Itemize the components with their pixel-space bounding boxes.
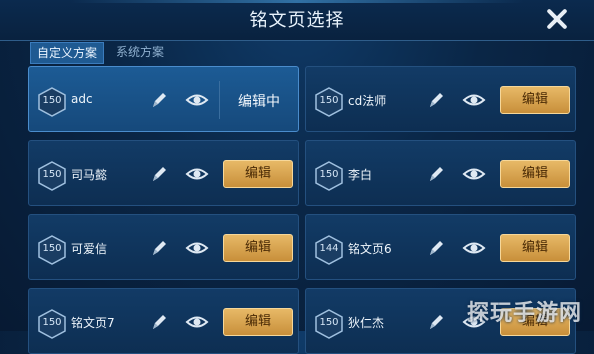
inscription-card[interactable]: 144 铭文页6 编辑: [305, 214, 576, 280]
editing-status: 编辑中: [238, 94, 280, 110]
inscription-card[interactable]: 150 司马懿 编辑: [28, 140, 299, 206]
pencil-icon[interactable]: [147, 88, 171, 112]
pencil-icon[interactable]: [424, 162, 448, 186]
eye-icon[interactable]: [185, 236, 209, 260]
inscription-card[interactable]: 150 adc 编辑中: [28, 66, 299, 132]
eye-icon[interactable]: [462, 88, 486, 112]
eye-icon[interactable]: [462, 162, 486, 186]
close-icon[interactable]: [542, 4, 572, 34]
tab-system[interactable]: 系统方案: [110, 42, 170, 62]
inscription-card[interactable]: 150 李白 编辑: [305, 140, 576, 206]
eye-icon[interactable]: [462, 236, 486, 260]
level-badge: 150: [314, 161, 344, 191]
header-bar: 铭文页选择: [0, 0, 594, 41]
edit-button[interactable]: 编辑: [223, 234, 293, 262]
level-badge: 144: [314, 235, 344, 265]
pencil-icon[interactable]: [424, 88, 448, 112]
inscription-name: 可爱信: [71, 242, 108, 256]
edit-button[interactable]: 编辑: [500, 86, 570, 114]
level-badge: 150: [314, 87, 344, 117]
level-badge: 150: [37, 87, 67, 117]
edit-button[interactable]: 编辑: [500, 160, 570, 188]
inscription-name: cd法师: [348, 94, 387, 108]
edit-button[interactable]: 编辑: [500, 234, 570, 262]
pencil-icon[interactable]: [424, 236, 448, 260]
level-badge: 150: [37, 161, 67, 191]
watermark: 探玩手游网: [466, 301, 582, 326]
level-badge: 150: [37, 309, 67, 339]
pencil-icon[interactable]: [147, 236, 171, 260]
tab-custom[interactable]: 自定义方案: [30, 42, 105, 64]
inscription-card[interactable]: 150 铭文页7 编辑: [28, 288, 299, 354]
edit-button[interactable]: 编辑: [223, 308, 293, 336]
edit-button[interactable]: 编辑: [223, 160, 293, 188]
inscription-name: adc: [71, 92, 93, 106]
tab-bar: 自定义方案 系统方案: [30, 42, 170, 64]
inscription-name: 铭文页6: [348, 242, 392, 256]
inscription-card[interactable]: 150 可爱信 编辑: [28, 214, 299, 280]
page-title: 铭文页选择: [249, 10, 345, 31]
inscription-name: 狄仁杰: [348, 316, 385, 330]
eye-icon[interactable]: [185, 88, 209, 112]
inscription-name: 李白: [348, 168, 373, 182]
inscription-name: 铭文页7: [71, 316, 115, 330]
level-badge: 150: [37, 235, 67, 265]
pencil-icon[interactable]: [424, 310, 448, 334]
pencil-icon[interactable]: [147, 162, 171, 186]
divider: [219, 81, 220, 119]
inscription-name: 司马懿: [71, 168, 108, 182]
eye-icon[interactable]: [185, 162, 209, 186]
level-badge: 150: [314, 309, 344, 339]
eye-icon[interactable]: [185, 310, 209, 334]
pencil-icon[interactable]: [147, 310, 171, 334]
inscription-card[interactable]: 150 cd法师 编辑: [305, 66, 576, 132]
